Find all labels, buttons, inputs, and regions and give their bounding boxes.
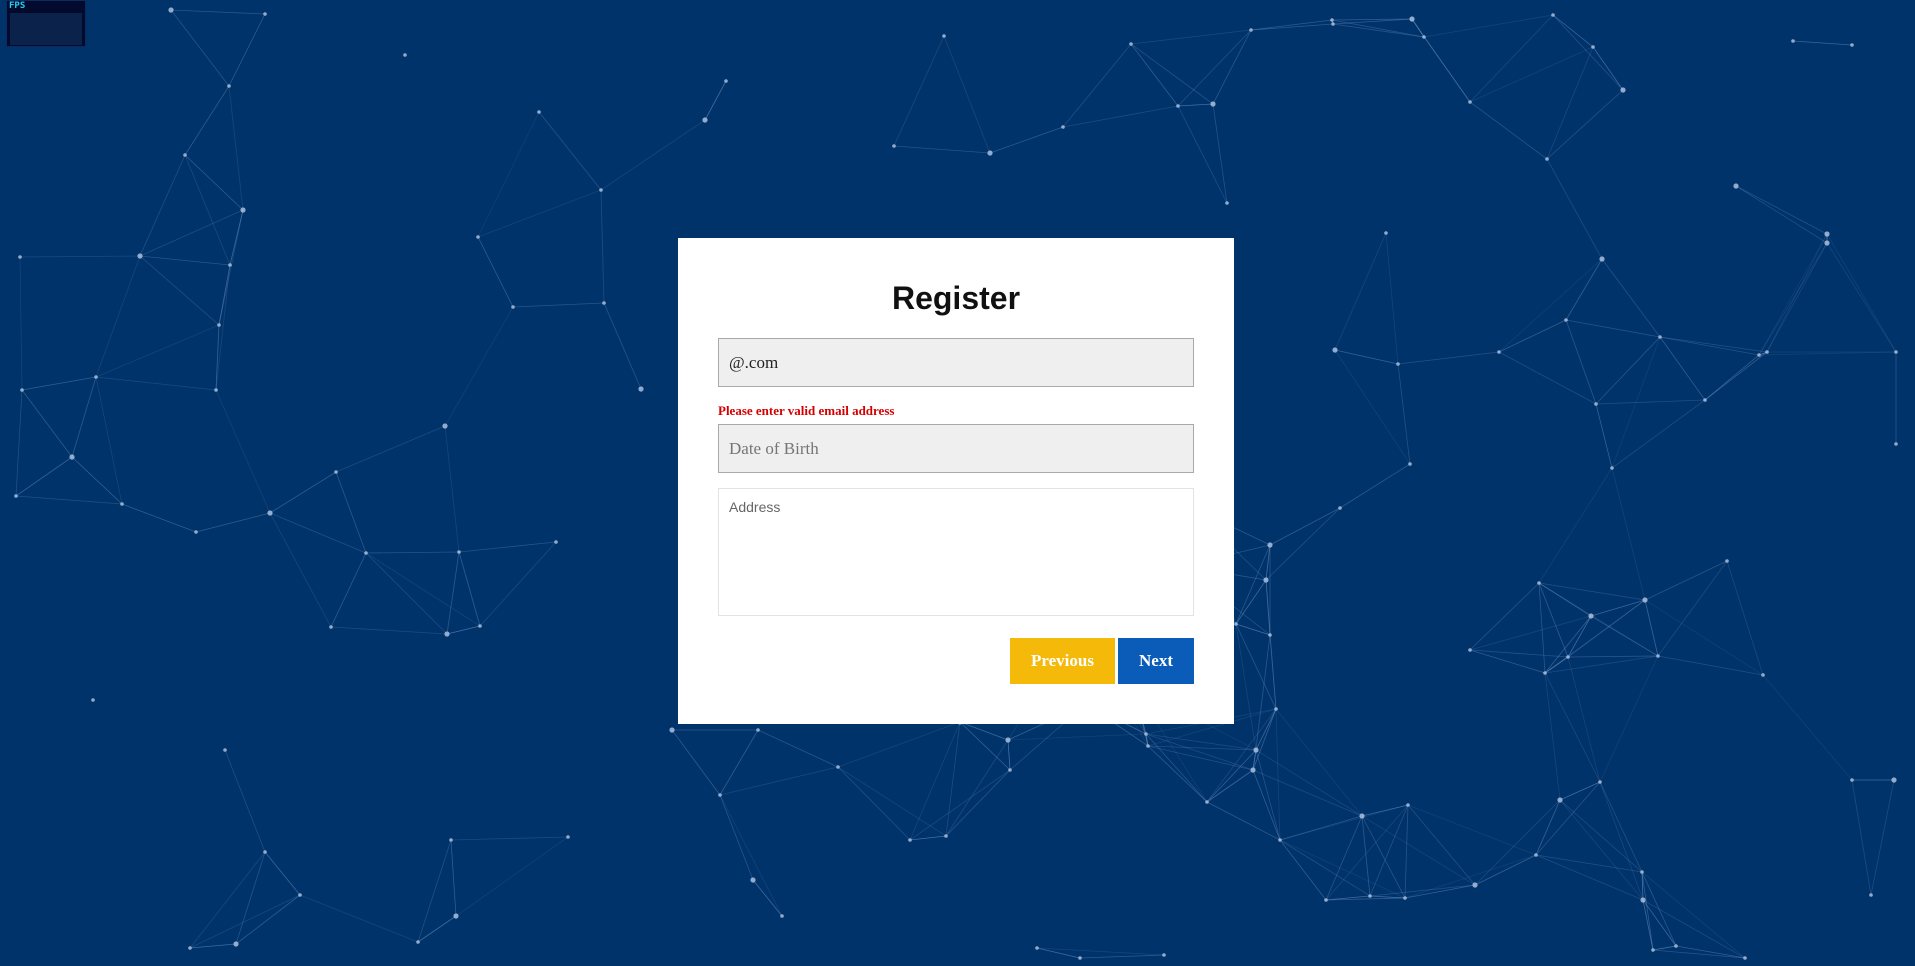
form-title: Register (891, 280, 1021, 316)
previous-button[interactable]: Previous (1010, 638, 1115, 684)
address-field[interactable] (718, 488, 1194, 616)
fps-graph (10, 13, 82, 45)
email-field[interactable] (718, 338, 1194, 387)
date-of-birth-field[interactable] (718, 424, 1194, 473)
next-button[interactable]: Next (1118, 638, 1194, 684)
fps-label: FPS (9, 1, 26, 11)
fps-meter: FPS (6, 0, 86, 47)
email-error-message: Please enter valid email address (718, 403, 895, 418)
register-card: Register Please enter valid email addres… (678, 238, 1234, 724)
